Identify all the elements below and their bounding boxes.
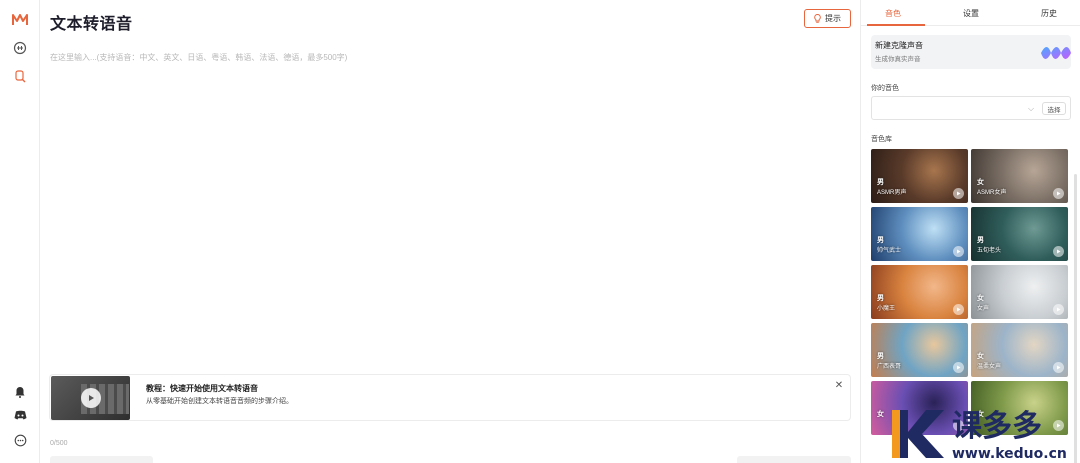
watermark-logo: 课多多 www.keduo.cn: [892, 409, 1067, 462]
voice-gender: 男: [877, 295, 884, 302]
svg-text:www.keduo.cn: www.keduo.cn: [952, 446, 1067, 462]
page-title: 文本转语音: [50, 16, 133, 33]
voice-name: 温柔女声: [977, 364, 1002, 370]
tab-voice[interactable]: 音色: [885, 8, 901, 19]
tutorial-thumbnail[interactable]: [51, 376, 130, 420]
play-icon[interactable]: [953, 304, 964, 315]
voice-gender: 女: [977, 353, 984, 360]
play-icon[interactable]: [1053, 246, 1064, 257]
voice-card[interactable]: 男广西表哥: [871, 323, 968, 377]
play-icon[interactable]: [953, 188, 964, 199]
voice-library-label: 音色库: [871, 136, 892, 143]
voice-card[interactable]: 男五旬老头: [971, 207, 1068, 261]
tutorial-card[interactable]: 教程：快速开始使用文本转语音 从零基础开始创建文本转语音音频的步骤介绍。 ✕: [49, 374, 851, 421]
chat-icon[interactable]: [10, 430, 30, 450]
voice-name: 帅气武士: [877, 248, 902, 254]
voice-gender: 女: [977, 295, 984, 302]
voice-card[interactable]: 男帅气武士: [871, 207, 968, 261]
hint-label: 提示: [825, 14, 841, 23]
app-window: 文本转语音 提示 教程：快速开始使用文本转语音 从零基础开始创建文本转语音音频的…: [0, 0, 1080, 463]
speech-icon[interactable]: [10, 38, 30, 58]
voice-gender: 男: [977, 237, 984, 244]
play-icon[interactable]: [1053, 188, 1064, 199]
play-icon[interactable]: [1053, 304, 1064, 315]
new-clone-voice-card[interactable]: 新建克隆声音 生成你真实声音: [871, 35, 1071, 69]
voice-card[interactable]: 女女声: [971, 265, 1068, 319]
clone-subtitle: 生成你真实声音: [875, 56, 921, 63]
voice-gender: 男: [877, 179, 884, 186]
discord-icon[interactable]: [10, 405, 30, 425]
char-count: 0/500: [50, 440, 68, 447]
bell-icon[interactable]: [10, 382, 30, 402]
generate-button[interactable]: [737, 456, 851, 463]
lightbulb-icon: [814, 14, 821, 23]
play-icon[interactable]: [953, 362, 964, 373]
left-rail: [0, 0, 40, 463]
voice-card[interactable]: 女温柔女声: [971, 323, 1068, 377]
voice-gender: 男: [877, 353, 884, 360]
tutorial-description: 从零基础开始创建文本转语音音频的步骤介绍。: [146, 398, 293, 405]
voice-panel: 音色 设置 历史 新建克隆声音 生成你真实声音 你的音色 ⌵ 选择 音色库 男A…: [860, 0, 1080, 463]
voice-gender: 男: [877, 237, 884, 244]
soundwave-icon: [1041, 47, 1071, 59]
voice-name: 广西表哥: [877, 364, 902, 370]
voice-card[interactable]: 女 ASMR女声: [971, 149, 1068, 203]
text-input[interactable]: [50, 52, 840, 352]
voice-name: 女声: [977, 306, 990, 312]
svg-text:课多多: 课多多: [952, 409, 1042, 444]
voice-name: ASMR女声: [977, 190, 1007, 196]
main-area: 文本转语音 提示 教程：快速开始使用文本转语音 从零基础开始创建文本转语音音频的…: [40, 0, 860, 463]
play-icon[interactable]: [953, 246, 964, 257]
voice-name: 五旬老头: [977, 248, 1002, 254]
play-icon[interactable]: [81, 388, 101, 408]
close-icon[interactable]: ✕: [834, 380, 844, 391]
panel-tabs: 音色 设置 历史: [861, 0, 1080, 26]
voice-card[interactable]: 男 ASMR男声: [871, 149, 968, 203]
bottom-left-control[interactable]: [50, 456, 153, 463]
voice-name: ASMR男声: [877, 190, 907, 196]
select-voice-button[interactable]: 选择: [1042, 102, 1066, 115]
panel-body: 新建克隆声音 生成你真实声音 你的音色 ⌵ 选择 音色库 男 ASMR男声女 ASM…: [861, 26, 1080, 463]
my-voice-select[interactable]: ⌵ 选择: [871, 96, 1071, 120]
clone-title: 新建克隆声音: [875, 41, 923, 50]
tutorial-title: 教程：快速开始使用文本转语音: [146, 384, 258, 393]
voice-gender: 女: [977, 179, 984, 186]
voice-name: 小魔王: [877, 306, 896, 312]
logo-icon[interactable]: [10, 10, 30, 30]
voice-card[interactable]: 男小魔王: [871, 265, 968, 319]
tab-settings[interactable]: 设置: [963, 8, 979, 19]
play-icon[interactable]: [1053, 362, 1064, 373]
tab-history[interactable]: 历史: [1041, 8, 1057, 19]
voice-search-icon[interactable]: [10, 66, 30, 86]
hint-button[interactable]: 提示: [804, 9, 851, 28]
my-voice-label: 你的音色: [871, 85, 899, 92]
chevron-down-icon: ⌵: [1028, 104, 1035, 113]
